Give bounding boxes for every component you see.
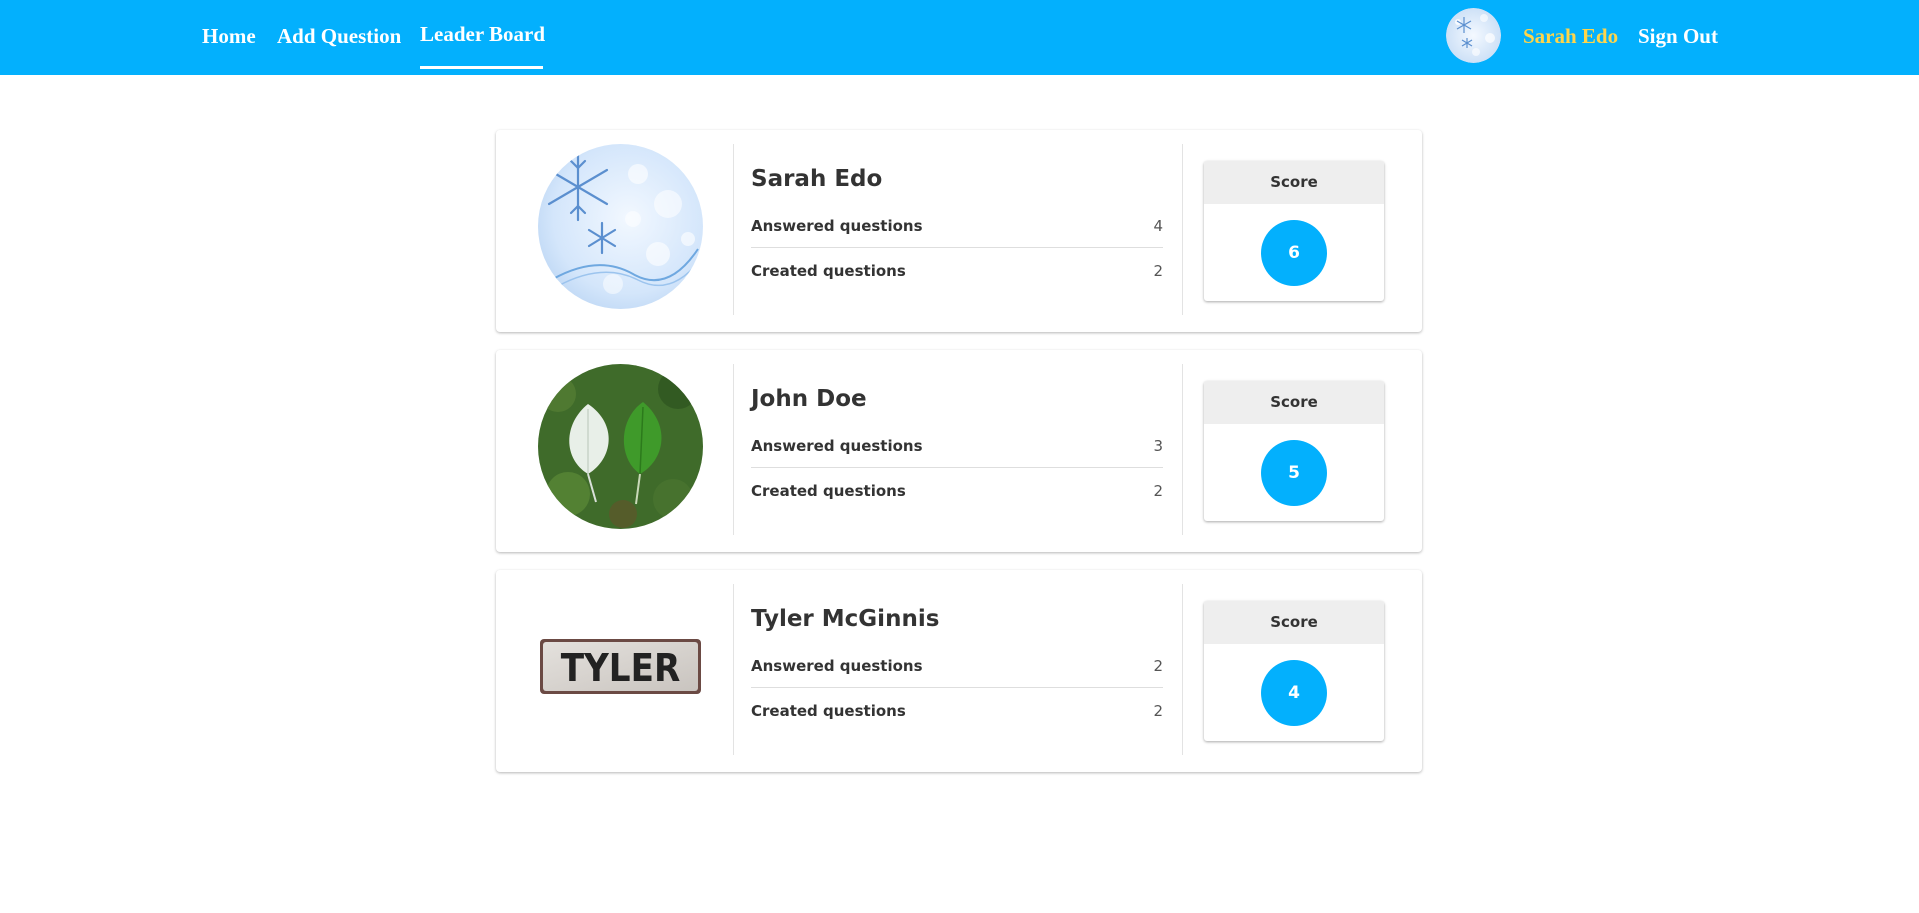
row-divider — [751, 687, 1163, 688]
card-divider — [1182, 364, 1183, 535]
card-divider — [1182, 144, 1183, 315]
leaderboard-card: TYLER Tyler McGinnis Answered questions … — [496, 570, 1422, 772]
answered-questions-count: 2 — [1153, 657, 1163, 675]
nav-leader-board-link[interactable]: Leader Board — [420, 21, 545, 47]
created-questions-count: 2 — [1153, 482, 1163, 500]
answered-questions-label: Answered questions — [751, 657, 923, 675]
user-name: Tyler McGinnis — [751, 606, 940, 632]
created-questions-row: Created questions 2 — [751, 256, 1163, 286]
user-avatar — [1446, 8, 1501, 63]
active-tab-underline — [420, 66, 543, 69]
answered-questions-label: Answered questions — [751, 437, 923, 455]
svg-text:TYLER: TYLER — [561, 646, 681, 690]
score-value: 5 — [1261, 440, 1327, 506]
score-card: Score 4 — [1204, 601, 1384, 741]
answered-questions-count: 3 — [1153, 437, 1163, 455]
tyler-sign-avatar: TYLER — [538, 584, 703, 749]
snowflake-avatar — [538, 144, 703, 309]
user-name: Sarah Edo — [751, 166, 883, 192]
leaves-avatar — [538, 364, 703, 529]
nav-sign-out-link[interactable]: Sign Out — [1638, 23, 1718, 49]
leaderboard-card: Sarah Edo Answered questions 4 Created q… — [496, 130, 1422, 332]
answered-questions-row: Answered questions 2 — [751, 651, 1163, 681]
score-header: Score — [1204, 381, 1384, 424]
created-questions-label: Created questions — [751, 702, 906, 720]
card-divider — [1182, 584, 1183, 755]
top-navbar: Home Add Question Leader Board Sarah Edo… — [0, 0, 1919, 75]
answered-questions-count: 4 — [1153, 217, 1163, 235]
created-questions-row: Created questions 2 — [751, 696, 1163, 726]
score-card: Score 5 — [1204, 381, 1384, 521]
answered-questions-row: Answered questions 3 — [751, 431, 1163, 461]
row-divider — [751, 467, 1163, 468]
created-questions-label: Created questions — [751, 482, 906, 500]
nav-add-question-link[interactable]: Add Question — [277, 23, 401, 49]
answered-questions-label: Answered questions — [751, 217, 923, 235]
card-divider — [733, 144, 734, 315]
created-questions-count: 2 — [1153, 702, 1163, 720]
score-header: Score — [1204, 161, 1384, 204]
card-divider — [733, 364, 734, 535]
created-questions-count: 2 — [1153, 262, 1163, 280]
score-header: Score — [1204, 601, 1384, 644]
created-questions-label: Created questions — [751, 262, 906, 280]
nav-user-name: Sarah Edo — [1523, 24, 1619, 48]
created-questions-row: Created questions 2 — [751, 476, 1163, 506]
leaderboard-card: John Doe Answered questions 3 Created qu… — [496, 350, 1422, 552]
answered-questions-row: Answered questions 4 — [751, 211, 1163, 241]
card-divider — [733, 584, 734, 755]
nav-home-link[interactable]: Home — [202, 23, 256, 49]
score-value: 4 — [1261, 660, 1327, 726]
row-divider — [751, 247, 1163, 248]
score-value: 6 — [1261, 220, 1327, 286]
user-name: John Doe — [751, 386, 867, 412]
score-card: Score 6 — [1204, 161, 1384, 301]
